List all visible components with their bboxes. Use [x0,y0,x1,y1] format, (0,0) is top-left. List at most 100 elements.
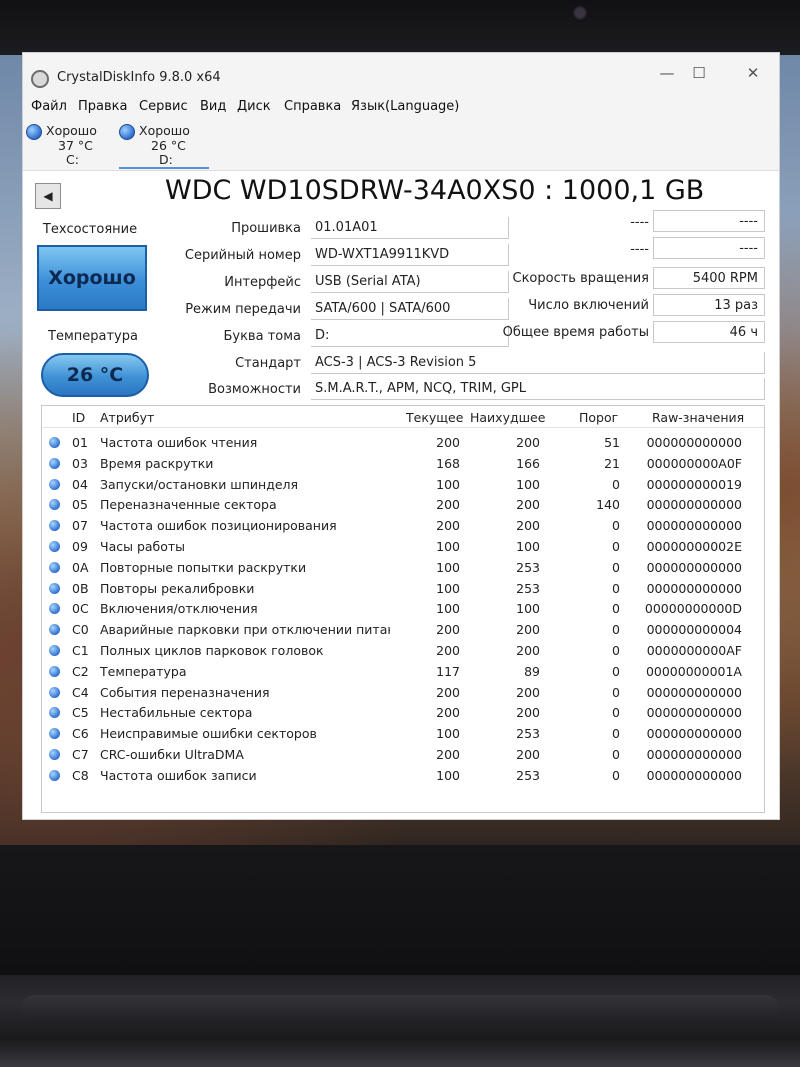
cell-current: 200 [436,684,460,700]
cell-current: 100 [436,601,460,617]
table-row[interactable]: C4 События переназначения 200 200 0 000000000… [42,682,764,703]
cell-attribute: Аварийные парковки при отключении питан.… [100,622,390,638]
standard-value: ACS-3 | ACS-3 Revision 5 [311,352,765,374]
status-good-icon [49,582,60,594]
cell-attribute: Неисправимые ошибки секторов [100,726,317,742]
header-attribute[interactable]: Атрибут [100,410,154,425]
right-label-1: ---- [630,215,649,230]
table-row[interactable]: C2 Температура 117 89 0 00000000001A [42,661,764,682]
close-button[interactable]: ✕ [733,58,773,88]
cell-raw: 000000000000 [646,580,742,596]
cell-threshold: 0 [612,580,620,596]
table-row[interactable]: C5 Нестабильные сектора 200 200 0 00000000000… [42,702,764,723]
header-current[interactable]: Текущее [406,410,463,425]
screen-bezel-bottom [0,845,800,975]
transfer-mode-label: Режим передачи [185,302,301,317]
cell-worst: 253 [516,767,540,783]
features-value: S.M.A.R.T., APM, NCQ, TRIM, GPL [311,378,765,400]
cell-current: 200 [436,518,460,534]
status-good-icon [49,749,60,760]
cell-attribute: События переназначения [100,684,270,700]
menu-disk[interactable]: Диск [237,99,271,114]
previous-disk-button[interactable]: ◀ [35,183,61,209]
health-status-button[interactable]: Хорошо [37,245,147,311]
cell-threshold: 0 [612,601,620,617]
menu-language[interactable]: Язык(Language) [351,99,459,114]
cell-current: 200 [436,705,460,721]
right-label-2: ---- [630,242,649,257]
cell-attribute: CRC-ошибки UltraDMA [100,747,244,762]
cell-attribute: Повторы рекалибровки [100,580,255,596]
cell-raw: 00000000000D [644,601,742,617]
cell-worst: 253 [516,726,540,742]
table-row[interactable]: C7 CRC-ошибки UltraDMA 200 200 0 000000000000 [42,744,764,765]
status-good-icon [49,457,60,469]
temperature-label: Температура [48,329,138,344]
cell-id: 07 [72,518,88,534]
disk-tab-c[interactable]: Хорошо 37 °C C: [26,123,116,169]
transfer-mode-value: SATA/600 | SATA/600 [311,298,509,320]
table-row[interactable]: C1 Полных циклов парковок головок 200 200 0 0… [42,640,764,661]
status-good-icon [119,124,135,140]
status-good-icon [49,520,60,532]
cell-raw: 00000000001A [645,663,742,679]
cell-threshold: 0 [612,643,620,658]
cell-worst: 100 [516,539,540,554]
cell-worst: 200 [516,684,540,700]
menu-file[interactable]: Файл [31,99,67,114]
table-row[interactable]: 04 Запуски/остановки шпинделя 100 100 0 00000… [42,474,764,495]
cell-worst: 100 [516,601,540,617]
table-row[interactable]: 03 Время раскрутки 168 166 21 000000000A0F [42,453,764,474]
table-row[interactable]: C6 Неисправимые ошибки секторов 100 253 0 000… [42,723,764,744]
cell-raw: 0000000000AF [646,643,742,658]
cell-worst: 200 [516,497,540,513]
cell-attribute: Частота ошибок чтения [100,435,258,450]
header-id[interactable]: ID [72,410,85,425]
status-good-icon [49,478,60,490]
cell-raw: 000000000000 [646,705,742,721]
cell-raw: 000000000000 [646,497,742,513]
cell-current: 200 [436,643,460,658]
cell-id: C8 [72,767,89,783]
disk-temp: 37 °C [58,138,93,153]
disk-tab-d[interactable]: Хорошо 26 °C D: [119,123,209,169]
cell-attribute: Нестабильные сектора [100,705,253,721]
maximize-button[interactable]: ☐ [679,58,719,88]
header-threshold[interactable]: Порог [579,410,618,425]
table-row[interactable]: 07 Частота ошибок позиционирования 200 200 0… [42,515,764,536]
cell-threshold: 0 [612,705,620,721]
cell-attribute: Запуски/остановки шпинделя [100,476,299,492]
cell-id: C4 [72,684,89,700]
cell-worst: 200 [516,747,540,762]
table-row[interactable]: 0A Повторные попытки раскрутки 100 253 0 0000… [42,557,764,578]
table-row[interactable]: 09 Часы работы 100 100 0 00000000002E [42,536,764,557]
title-bar[interactable]: CrystalDiskInfo 9.8.0 x64 — ☐ ✕ [23,53,779,97]
menu-service[interactable]: Сервис [139,99,188,114]
menu-view[interactable]: Вид [200,99,226,114]
rotation-speed-value: 5400 RPM [653,267,765,289]
power-on-count-label: Число включений [528,298,649,313]
interface-label: Интерфейс [224,275,301,290]
menu-edit[interactable]: Правка [78,99,127,114]
cell-worst: 200 [516,705,540,721]
header-raw[interactable]: Raw-значения [652,410,744,425]
table-row[interactable]: 05 Переназначенные сектора 200 200 140 000000… [42,494,764,515]
menu-bar: Файл Правка Сервис Вид Диск Справка Язык… [23,97,779,119]
table-row[interactable]: 01 Частота ошибок чтения 200 200 51 000000000… [42,432,764,453]
cell-worst: 253 [516,559,540,575]
disk-model-title: WDC WD10SDRW-34A0XS0 : 1000,1 GB [165,175,705,206]
table-row[interactable]: C8 Частота ошибок записи 100 253 0 0000000000… [42,765,764,786]
cell-raw: 00000000002E [646,539,742,554]
table-row[interactable]: C0 Аварийные парковки при отключении пита… [42,619,764,640]
cell-worst: 89 [524,663,540,679]
table-row[interactable]: 0C Включения/отключения 100 100 0 00000000000… [42,598,764,619]
cell-threshold: 0 [612,476,620,492]
menu-help[interactable]: Справка [284,99,341,114]
disk-status: Хорошо [139,123,190,138]
cell-worst: 253 [516,580,540,596]
table-row[interactable]: 0B Повторы рекалибровки 100 253 0 00000000000… [42,578,764,599]
header-worst[interactable]: Наихудшее [470,410,545,425]
cell-id: C0 [72,622,89,638]
cell-raw: 000000000000 [646,518,742,534]
close-icon: ✕ [746,64,760,82]
